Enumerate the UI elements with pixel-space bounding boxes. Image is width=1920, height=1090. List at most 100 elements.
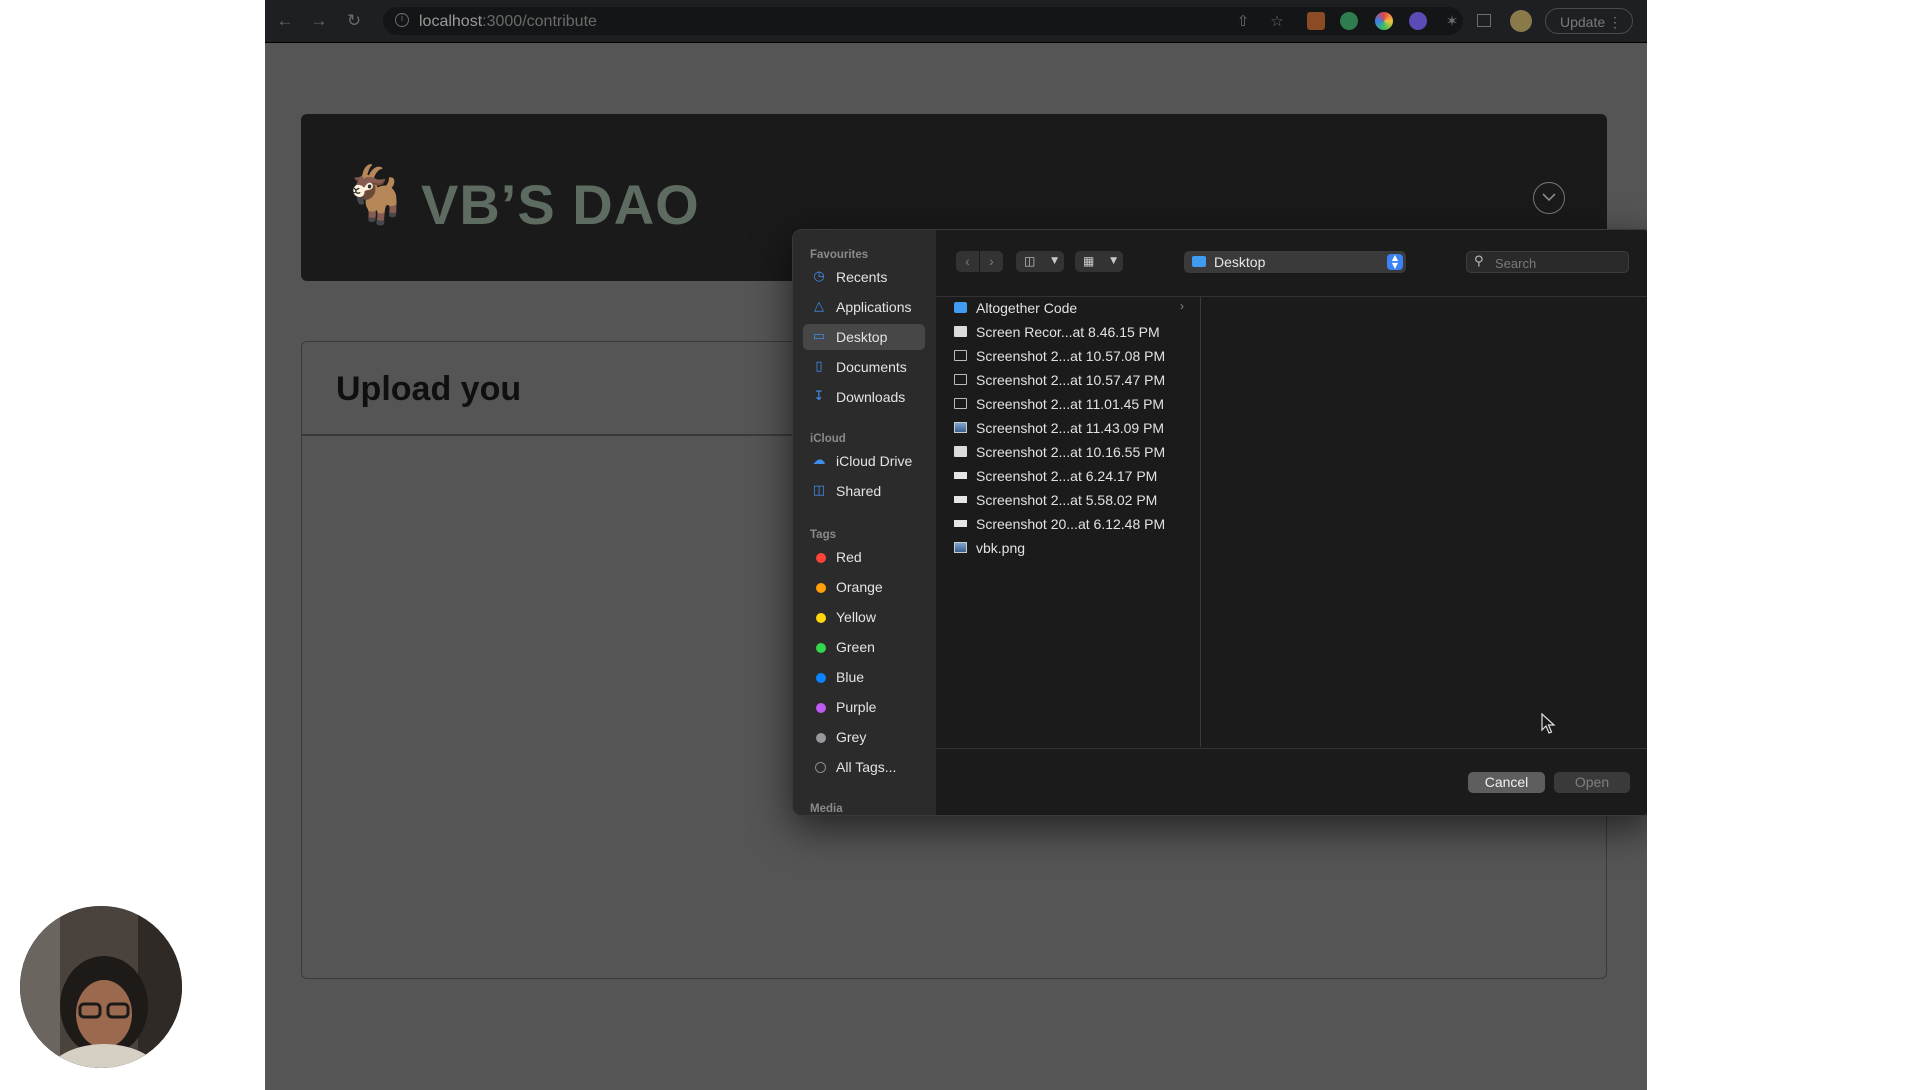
up-down-stepper-icon: ▲ ▼ xyxy=(1387,254,1403,270)
sidebar-item-label: Yellow xyxy=(836,609,876,625)
file-open-dialog: Favourites ◷ Recents △ Applications ▭ De… xyxy=(792,229,1647,816)
list-item[interactable]: Screenshot 20...at 6.12.48 PM xyxy=(936,513,1200,535)
image-file-icon xyxy=(954,446,967,457)
extension-icon[interactable] xyxy=(1409,12,1427,30)
sidebar-all-tags[interactable]: All Tags... xyxy=(803,754,925,780)
file-name: Altogether Code xyxy=(976,300,1078,316)
tags-section-label: Tags xyxy=(810,529,836,541)
tag-dot-icon xyxy=(816,703,826,713)
sidebar-item-documents[interactable]: ▯ Documents xyxy=(803,354,925,380)
sidebar-item-icloud-drive[interactable]: ☁ iCloud Drive xyxy=(803,448,925,474)
dialog-footer: Cancel Open xyxy=(936,748,1647,815)
tag-ring-icon xyxy=(815,762,826,773)
metamask-extension-icon[interactable] xyxy=(1307,12,1325,30)
list-item[interactable]: Screenshot 2...at 6.24.17 PM xyxy=(936,465,1200,487)
sidebar-tag-blue[interactable]: Blue xyxy=(803,664,925,690)
share-icon[interactable]: ⇧ xyxy=(1233,11,1253,31)
screen-recording-frame: ← → ↻ i localhost:3000/contribute ⇧ ☆ ✶ … xyxy=(265,0,1647,1090)
screenshot-file-icon xyxy=(954,350,967,361)
address-bar[interactable]: i localhost:3000/contribute xyxy=(383,7,1463,35)
group-by-button[interactable]: ▦ ▼ xyxy=(1075,251,1123,272)
sidebar-tag-grey[interactable]: Grey xyxy=(803,724,925,750)
sidebar-tag-green[interactable]: Green xyxy=(803,634,925,660)
tag-dot-icon xyxy=(816,733,826,743)
sidebar-item-desktop[interactable]: ▭ Desktop xyxy=(803,324,925,350)
list-item[interactable]: Screenshot 2...at 10.16.55 PM xyxy=(936,441,1200,463)
sidebar-item-shared[interactable]: ◫ Shared xyxy=(803,478,925,504)
sidebar-item-recents[interactable]: ◷ Recents xyxy=(803,264,925,290)
chevron-down-icon[interactable] xyxy=(1533,182,1565,214)
update-button[interactable]: Update ⋮ xyxy=(1545,8,1633,34)
tag-dot-icon xyxy=(816,673,826,683)
sidebar-item-applications[interactable]: △ Applications xyxy=(803,294,925,320)
webcam-overlay xyxy=(20,906,182,1068)
file-name: Screenshot 2...at 5.58.02 PM xyxy=(976,492,1158,508)
reload-icon[interactable]: ↻ xyxy=(343,10,365,32)
mouse-cursor-icon xyxy=(1541,713,1556,734)
screenshot-file-icon xyxy=(954,398,967,409)
sidebar-item-label: Applications xyxy=(836,299,912,315)
open-button[interactable]: Open xyxy=(1554,772,1630,793)
list-item[interactable]: Screenshot 2...at 11.43.09 PM xyxy=(936,417,1200,439)
list-item[interactable]: Screenshot 2...at 10.57.08 PM xyxy=(936,345,1200,367)
sidebar-tag-red[interactable]: Red xyxy=(803,544,925,570)
file-name: vbk.png xyxy=(976,540,1026,556)
column-view-icon: ◫ xyxy=(1024,254,1036,268)
profile-avatar[interactable] xyxy=(1510,10,1532,32)
download-icon: ↧ xyxy=(813,389,825,404)
back-button[interactable]: ‹ xyxy=(956,251,979,272)
site-info-icon[interactable]: i xyxy=(395,13,409,27)
column-view-button[interactable]: ◫ ▼ xyxy=(1016,251,1064,272)
brand-title: VB’S DAO xyxy=(421,173,700,236)
color-picker-extension-icon[interactable] xyxy=(1375,12,1393,30)
photo-file-icon xyxy=(954,422,967,433)
photo-file-icon xyxy=(954,542,967,553)
sidebar-item-label: Purple xyxy=(836,699,877,715)
tag-dot-icon xyxy=(816,643,826,653)
sidebar-item-label: iCloud Drive xyxy=(836,453,913,469)
sidebar-item-label: Recents xyxy=(836,269,888,285)
list-item[interactable]: Screen Recor...at 8.46.15 PM xyxy=(936,321,1200,343)
file-name: Screenshot 2...at 6.24.17 PM xyxy=(976,468,1158,484)
sidebar-tag-orange[interactable]: Orange xyxy=(803,574,925,600)
bookmark-star-icon[interactable]: ☆ xyxy=(1267,11,1287,31)
sidebar-tag-yellow[interactable]: Yellow xyxy=(803,604,925,630)
strip-file-icon xyxy=(954,496,967,503)
folder-icon xyxy=(954,302,967,313)
dialog-sidebar: Favourites ◷ Recents △ Applications ▭ De… xyxy=(793,230,936,815)
forward-button[interactable]: › xyxy=(980,251,1003,272)
sidebar-tag-purple[interactable]: Purple xyxy=(803,694,925,720)
list-item[interactable]: Screenshot 2...at 10.57.47 PM xyxy=(936,369,1200,391)
update-label: Update xyxy=(1560,14,1606,30)
list-item[interactable]: Altogether Code › xyxy=(936,297,1200,319)
browser-toolbar: ← → ↻ i localhost:3000/contribute ⇧ ☆ ✶ … xyxy=(265,0,1647,43)
sidebar-item-downloads[interactable]: ↧ Downloads xyxy=(803,384,925,410)
column-divider[interactable] xyxy=(1200,297,1201,747)
location-label: Desktop xyxy=(1214,254,1266,270)
search-input[interactable] xyxy=(1493,253,1627,273)
list-item[interactable]: Screenshot 2...at 5.58.02 PM xyxy=(936,489,1200,511)
cancel-button[interactable]: Cancel xyxy=(1468,772,1545,793)
grammarly-extension-icon[interactable] xyxy=(1340,12,1358,30)
back-arrow-icon[interactable]: ← xyxy=(274,10,296,32)
cloud-icon: ☁ xyxy=(812,453,826,468)
sidebar-item-label: Downloads xyxy=(836,389,906,405)
document-icon: ▯ xyxy=(815,359,823,374)
media-section-label: Media xyxy=(810,803,843,815)
list-item[interactable]: vbk.png xyxy=(936,537,1200,559)
sidebar-item-label: Red xyxy=(836,549,862,565)
puzzle-extensions-icon[interactable]: ✶ xyxy=(1442,11,1462,31)
more-menu-icon[interactable]: ⋮ xyxy=(1608,9,1622,35)
side-panel-icon[interactable] xyxy=(1477,14,1491,27)
dialog-toolbar: ‹ › ◫ ▼ ▦ ▼ Desktop ▲ ▼ ⚲ xyxy=(936,230,1647,297)
grid-icon: ▦ xyxy=(1083,254,1095,268)
sidebar-item-label: All Tags... xyxy=(836,759,897,775)
forward-arrow-icon[interactable]: → xyxy=(308,10,330,32)
location-dropdown[interactable]: Desktop ▲ ▼ xyxy=(1184,251,1406,273)
clock-icon: ◷ xyxy=(813,269,825,284)
list-item[interactable]: Screenshot 2...at 11.01.45 PM xyxy=(936,393,1200,415)
chevron-right-icon: › xyxy=(1180,299,1184,313)
strip-file-icon xyxy=(954,472,967,479)
search-field[interactable]: ⚲ xyxy=(1466,251,1629,273)
desktop-icon: ▭ xyxy=(812,329,826,344)
